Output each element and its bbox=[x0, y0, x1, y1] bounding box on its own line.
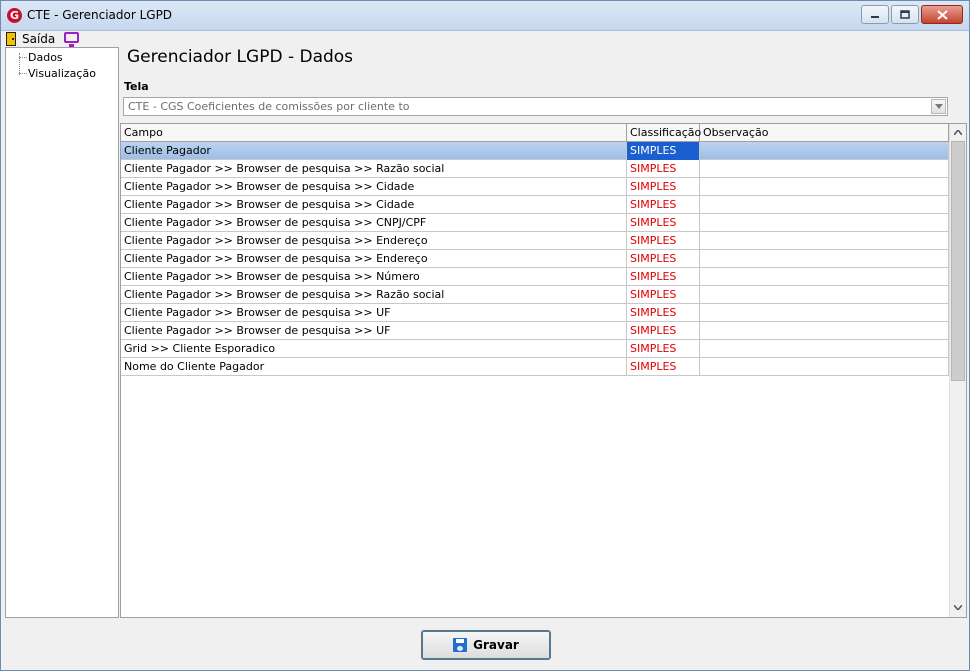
chevron-up-icon bbox=[954, 130, 962, 135]
observacao-cell[interactable] bbox=[700, 160, 949, 178]
campo-cell[interactable]: Cliente Pagador >> Browser de pesquisa >… bbox=[121, 268, 627, 286]
classificacao-cell[interactable]: SIMPLES bbox=[627, 286, 700, 304]
dropdown-button[interactable] bbox=[931, 99, 946, 114]
tree-item-dados[interactable]: Dados bbox=[28, 51, 63, 64]
grid-header: Campo Classificação Observação bbox=[121, 124, 949, 142]
observacao-cell[interactable] bbox=[700, 322, 949, 340]
observacao-cell[interactable] bbox=[700, 250, 949, 268]
save-label: Gravar bbox=[473, 638, 519, 652]
observacao-cell[interactable] bbox=[700, 340, 949, 358]
observacao-cell[interactable] bbox=[700, 214, 949, 232]
table-row[interactable]: Cliente Pagador >> Browser de pesquisa >… bbox=[121, 232, 949, 250]
observacao-cell[interactable] bbox=[700, 286, 949, 304]
table-row[interactable]: Cliente Pagador >> Browser de pesquisa >… bbox=[121, 160, 949, 178]
classificacao-cell[interactable]: SIMPLES bbox=[627, 268, 700, 286]
table-row[interactable]: Cliente Pagador >> Browser de pesquisa >… bbox=[121, 322, 949, 340]
minimize-icon bbox=[871, 15, 879, 18]
campo-cell[interactable]: Nome do Cliente Pagador bbox=[121, 358, 627, 376]
observacao-cell[interactable] bbox=[700, 304, 949, 322]
classificacao-cell[interactable]: SIMPLES bbox=[627, 142, 700, 160]
tree-connector bbox=[19, 73, 27, 74]
observacao-cell[interactable] bbox=[700, 358, 949, 376]
campo-cell[interactable]: Cliente Pagador >> Browser de pesquisa >… bbox=[121, 160, 627, 178]
campo-cell[interactable]: Cliente Pagador bbox=[121, 142, 627, 160]
column-header-observacao[interactable]: Observação bbox=[700, 124, 949, 142]
app-logo-icon: G bbox=[7, 8, 22, 23]
observacao-cell[interactable] bbox=[700, 178, 949, 196]
classificacao-cell[interactable]: SIMPLES bbox=[627, 178, 700, 196]
classificacao-cell[interactable]: SIMPLES bbox=[627, 214, 700, 232]
navigation-tree: Dados Visualização bbox=[5, 47, 119, 618]
campo-cell[interactable]: Cliente Pagador >> Browser de pesquisa >… bbox=[121, 322, 627, 340]
scroll-down-button[interactable] bbox=[950, 599, 966, 616]
campo-cell[interactable]: Cliente Pagador >> Browser de pesquisa >… bbox=[121, 250, 627, 268]
table-row[interactable]: Cliente Pagador >> Browser de pesquisa >… bbox=[121, 214, 949, 232]
exit-menu-item[interactable]: Saída bbox=[6, 31, 55, 47]
campo-cell[interactable]: Cliente Pagador >> Browser de pesquisa >… bbox=[121, 196, 627, 214]
minimize-button[interactable] bbox=[861, 5, 889, 24]
classificacao-cell[interactable]: SIMPLES bbox=[627, 358, 700, 376]
classificacao-cell[interactable]: SIMPLES bbox=[627, 304, 700, 322]
main-window: G CTE - Gerenciador LGPD Saída Dados Vis… bbox=[0, 0, 970, 671]
table-row[interactable]: Cliente Pagador >> Browser de pesquisa >… bbox=[121, 268, 949, 286]
campo-cell[interactable]: Cliente Pagador >> Browser de pesquisa >… bbox=[121, 178, 627, 196]
campo-cell[interactable]: Grid >> Cliente Esporadico bbox=[121, 340, 627, 358]
tela-selected-value: CTE - CGS Coeficientes de comissões por … bbox=[128, 100, 410, 113]
data-grid: Campo Classificação Observação Cliente P… bbox=[120, 123, 967, 618]
chevron-down-icon bbox=[934, 104, 943, 109]
close-icon bbox=[936, 9, 948, 20]
table-row[interactable]: Grid >> Cliente Esporadico SIMPLES bbox=[121, 340, 949, 358]
menu-bar: Saída bbox=[1, 31, 969, 47]
table-row[interactable]: Cliente Pagador >> Browser de pesquisa >… bbox=[121, 250, 949, 268]
observacao-cell[interactable] bbox=[700, 268, 949, 286]
classificacao-cell[interactable]: SIMPLES bbox=[627, 322, 700, 340]
window-controls bbox=[861, 5, 963, 24]
close-button[interactable] bbox=[921, 5, 963, 24]
table-row[interactable]: Cliente Pagador SIMPLES bbox=[121, 142, 949, 160]
classificacao-cell[interactable]: SIMPLES bbox=[627, 196, 700, 214]
exit-label: Saída bbox=[22, 32, 56, 46]
observacao-cell[interactable] bbox=[700, 142, 949, 160]
maximize-icon bbox=[900, 10, 910, 19]
table-row[interactable]: Cliente Pagador >> Browser de pesquisa >… bbox=[121, 178, 949, 196]
classificacao-cell[interactable]: SIMPLES bbox=[627, 232, 700, 250]
tree-item-visualizacao[interactable]: Visualização bbox=[28, 67, 96, 80]
tela-label: Tela bbox=[124, 80, 149, 93]
table-row[interactable]: Cliente Pagador >> Browser de pesquisa >… bbox=[121, 304, 949, 322]
scroll-up-button[interactable] bbox=[950, 124, 966, 141]
tela-select[interactable]: CTE - CGS Coeficientes de comissões por … bbox=[123, 97, 948, 116]
table-row[interactable]: Cliente Pagador >> Browser de pesquisa >… bbox=[121, 286, 949, 304]
campo-cell[interactable]: Cliente Pagador >> Browser de pesquisa >… bbox=[121, 286, 627, 304]
window-title: CTE - Gerenciador LGPD bbox=[27, 8, 173, 22]
maximize-button[interactable] bbox=[891, 5, 919, 24]
table-row[interactable]: Nome do Cliente Pagador SIMPLES bbox=[121, 358, 949, 376]
save-button[interactable]: Gravar bbox=[421, 630, 551, 660]
observacao-cell[interactable] bbox=[700, 196, 949, 214]
observacao-cell[interactable] bbox=[700, 232, 949, 250]
tree-connector bbox=[19, 57, 27, 58]
classificacao-cell[interactable]: SIMPLES bbox=[627, 340, 700, 358]
vertical-scrollbar[interactable] bbox=[949, 124, 966, 617]
column-header-classificacao[interactable]: Classificação bbox=[627, 124, 701, 142]
campo-cell[interactable]: Cliente Pagador >> Browser de pesquisa >… bbox=[121, 232, 627, 250]
exit-door-icon bbox=[6, 32, 16, 46]
chevron-down-icon bbox=[954, 605, 962, 610]
monitor-icon[interactable] bbox=[64, 32, 79, 47]
table-row[interactable]: Cliente Pagador >> Browser de pesquisa >… bbox=[121, 196, 949, 214]
campo-cell[interactable]: Cliente Pagador >> Browser de pesquisa >… bbox=[121, 304, 627, 322]
classificacao-cell[interactable]: SIMPLES bbox=[627, 250, 700, 268]
title-bar[interactable]: G CTE - Gerenciador LGPD bbox=[1, 1, 969, 31]
classificacao-cell[interactable]: SIMPLES bbox=[627, 160, 700, 178]
scroll-thumb[interactable] bbox=[951, 141, 965, 381]
column-header-campo[interactable]: Campo bbox=[121, 124, 627, 142]
page-title: Gerenciador LGPD - Dados bbox=[127, 47, 354, 67]
floppy-disk-icon bbox=[453, 638, 468, 652]
campo-cell[interactable]: Cliente Pagador >> Browser de pesquisa >… bbox=[121, 214, 627, 232]
